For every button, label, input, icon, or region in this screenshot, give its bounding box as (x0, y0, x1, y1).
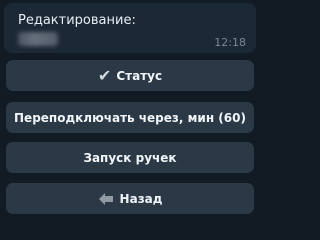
reconnect-interval-label: Переподключать через, мин (60) (14, 110, 246, 125)
status-button-label: Статус (116, 68, 163, 83)
back-arrow-icon (98, 192, 114, 206)
checkmark-icon: ✔ (97, 65, 112, 85)
launch-handles-button[interactable]: Запуск ручек (6, 142, 254, 173)
status-button[interactable]: ✔ Статус (6, 60, 254, 91)
back-button-label: Назад (119, 191, 163, 206)
launch-handles-label: Запуск ручек (83, 150, 177, 165)
blurred-value (18, 32, 58, 46)
back-button[interactable]: Назад (6, 183, 254, 214)
chat-view: Редактирование: 12:18 ✔ Статус Переподкл… (0, 0, 259, 220)
message-title: Редактирование: (18, 13, 136, 28)
message-time: 12:18 (214, 36, 246, 49)
message-bubble: Редактирование: 12:18 (4, 3, 256, 53)
reconnect-interval-button[interactable]: Переподключать через, мин (60) (6, 102, 254, 133)
